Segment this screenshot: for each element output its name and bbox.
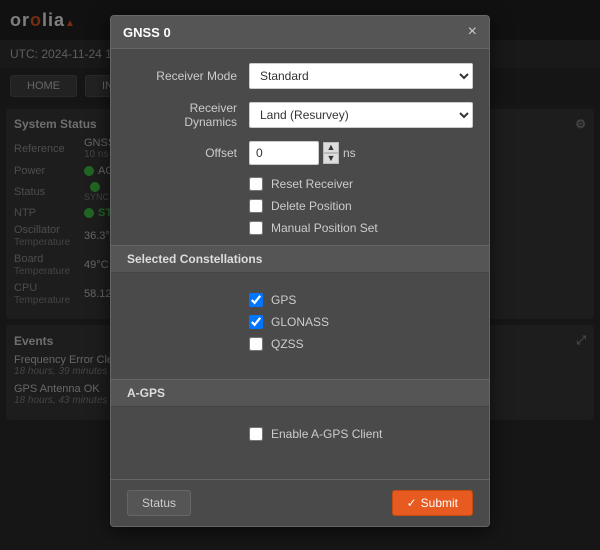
offset-row: Offset ▲ ▼ ns: [127, 141, 473, 165]
delete-position-label[interactable]: Delete Position: [271, 199, 352, 213]
status-button[interactable]: Status: [127, 490, 191, 516]
receiver-dynamics-label: ReceiverDynamics: [127, 101, 237, 129]
reset-receiver-label[interactable]: Reset Receiver: [271, 177, 353, 191]
offset-label: Offset: [127, 146, 237, 160]
manual-position-checkbox[interactable]: [249, 221, 263, 235]
agps-label: A-GPS: [127, 386, 165, 400]
receiver-dynamics-select[interactable]: Land (Resurvey) Stationary Pedestrian Au…: [249, 102, 473, 128]
offset-input[interactable]: [249, 141, 319, 165]
delete-position-checkbox[interactable]: [249, 199, 263, 213]
constellations-body: GPS GLONASS QZSS: [127, 283, 473, 369]
offset-spinner: ▲ ▼: [323, 142, 339, 164]
glonass-label[interactable]: GLONASS: [271, 315, 329, 329]
submit-icon: ✓: [407, 496, 417, 510]
offset-decrement[interactable]: ▼: [323, 153, 339, 164]
enable-agps-checkbox[interactable]: [249, 427, 263, 441]
glonass-row: GLONASS: [127, 315, 473, 329]
selected-constellations-section: Selected Constellations: [111, 245, 489, 273]
enable-agps-label[interactable]: Enable A-GPS Client: [271, 427, 382, 441]
receiver-mode-select[interactable]: Standard Survey Timing: [249, 63, 473, 89]
receiver-mode-label: Receiver Mode: [127, 69, 237, 83]
modal-footer: Status ✓ Submit: [111, 479, 489, 526]
gnss-modal: GNSS 0 × Receiver Mode Standard Survey T…: [110, 15, 490, 527]
submit-button[interactable]: ✓ Submit: [392, 490, 473, 516]
selected-constellations-label: Selected Constellations: [127, 252, 262, 266]
gps-checkbox[interactable]: [249, 293, 263, 307]
agps-body: Enable A-GPS Client: [127, 417, 473, 459]
qzss-checkbox[interactable]: [249, 337, 263, 351]
agps-section: A-GPS: [111, 379, 489, 407]
manual-position-row: Manual Position Set: [127, 221, 473, 235]
modal-close-button[interactable]: ×: [468, 24, 477, 40]
gps-row: GPS: [127, 293, 473, 307]
modal-overlay: GNSS 0 × Receiver Mode Standard Survey T…: [0, 0, 600, 550]
reset-receiver-row: Reset Receiver: [127, 177, 473, 191]
modal-title: GNSS 0: [123, 25, 171, 40]
receiver-dynamics-row: ReceiverDynamics Land (Resurvey) Station…: [127, 101, 473, 129]
delete-position-row: Delete Position: [127, 199, 473, 213]
manual-position-label[interactable]: Manual Position Set: [271, 221, 378, 235]
offset-unit: ns: [343, 146, 356, 160]
offset-control: ▲ ▼ ns: [249, 141, 356, 165]
reset-receiver-checkbox[interactable]: [249, 177, 263, 191]
enable-agps-row: Enable A-GPS Client: [127, 427, 473, 441]
submit-label: Submit: [421, 496, 458, 510]
qzss-label[interactable]: QZSS: [271, 337, 304, 351]
receiver-mode-control: Standard Survey Timing: [249, 63, 473, 89]
gps-label[interactable]: GPS: [271, 293, 296, 307]
modal-header: GNSS 0 ×: [111, 16, 489, 49]
receiver-dynamics-control: Land (Resurvey) Stationary Pedestrian Au…: [249, 102, 473, 128]
receiver-mode-row: Receiver Mode Standard Survey Timing: [127, 63, 473, 89]
glonass-checkbox[interactable]: [249, 315, 263, 329]
offset-increment[interactable]: ▲: [323, 142, 339, 153]
qzss-row: QZSS: [127, 337, 473, 351]
modal-body: Receiver Mode Standard Survey Timing Rec…: [111, 49, 489, 473]
